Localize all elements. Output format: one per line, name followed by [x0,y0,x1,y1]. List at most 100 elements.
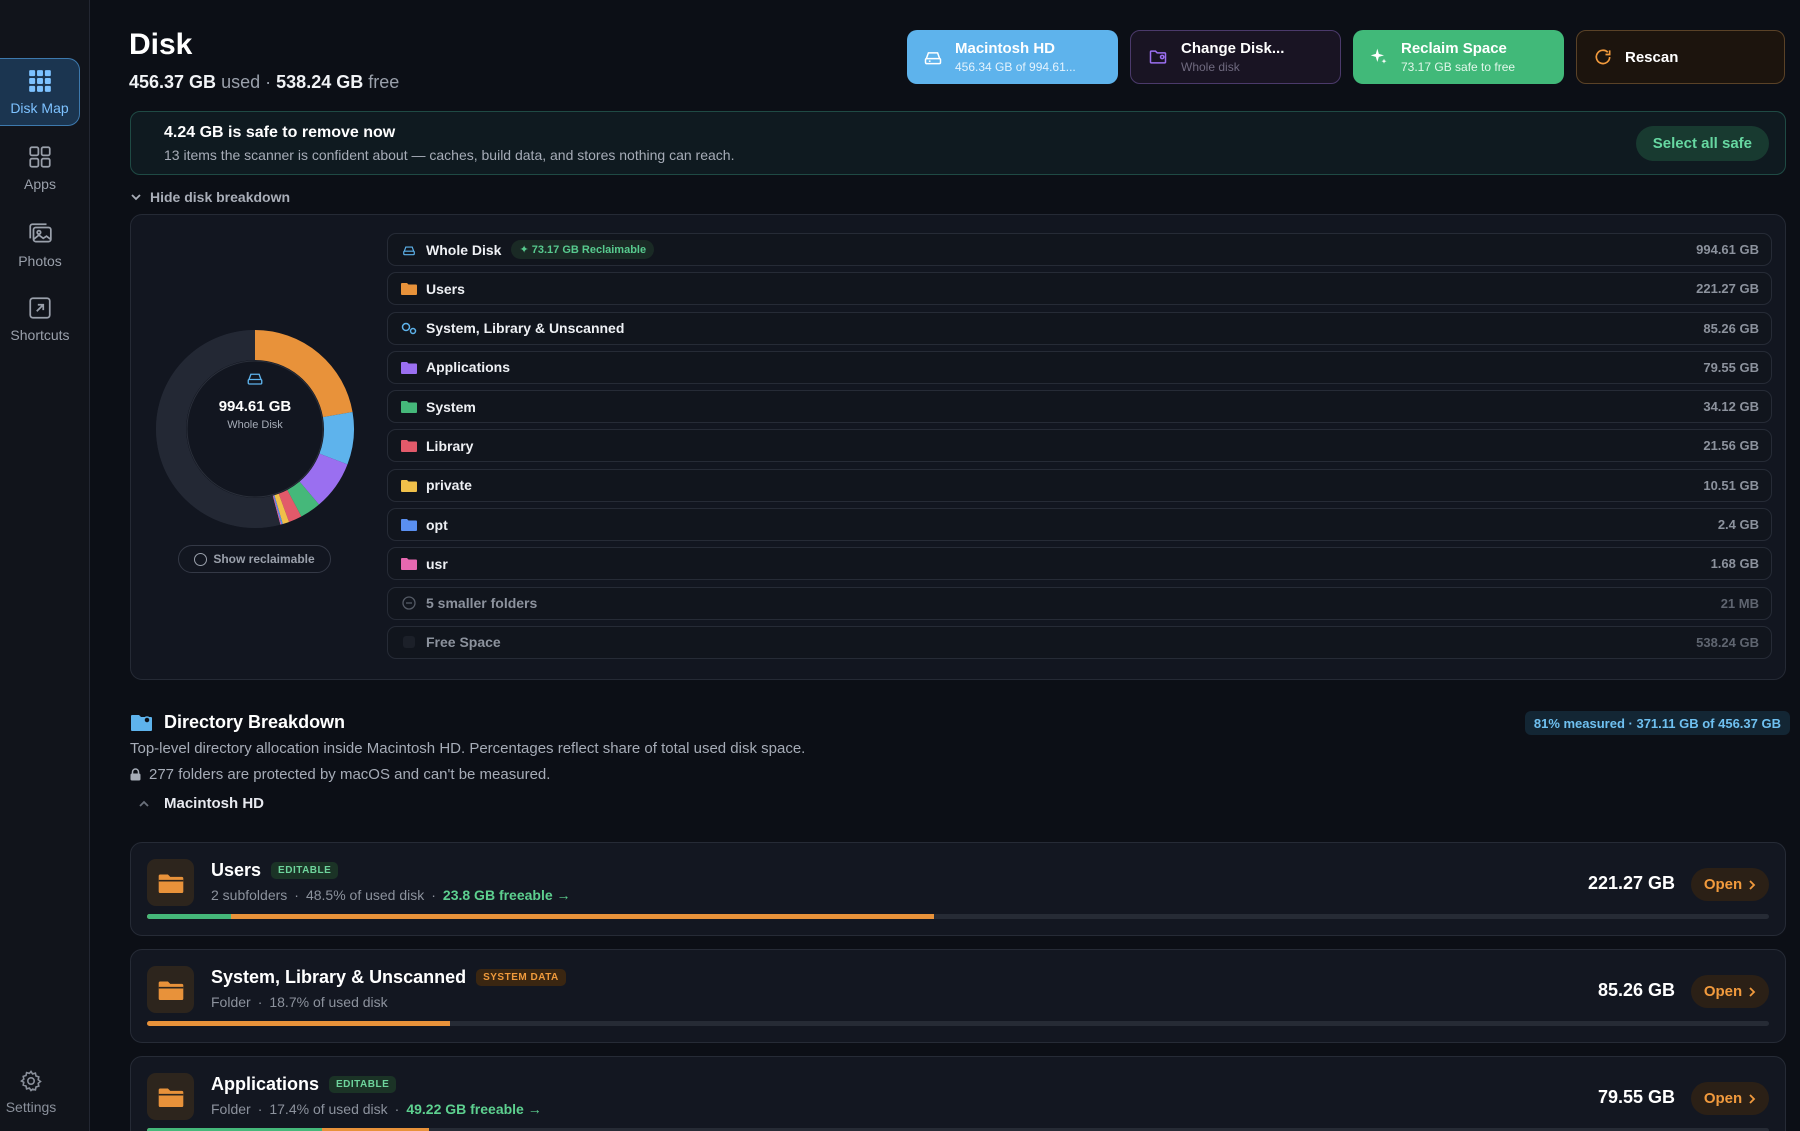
safe-remove-banner: 4.24 GB is safe to remove now 13 items t… [130,111,1786,175]
radio-icon [194,552,208,566]
sidebar-item-apps[interactable]: Apps [0,134,80,202]
folder-icon [401,361,417,374]
folder-gear-icon [131,714,152,731]
donut-center-label: Whole Disk [227,419,283,431]
card-size: 85.26 GB [1597,980,1675,1000]
open-label: Open [1703,983,1743,1000]
folder-icon [401,440,417,453]
usage-bar-fill [147,1021,451,1026]
disk-select-sub: 456.34 GB of 994.61... [955,60,1076,74]
breakdown-row-usr[interactable]: usr 1.68 GB [387,547,1772,581]
open-button[interactable]: Open [1691,1082,1769,1115]
row-size: 994.61 GB [1696,242,1759,257]
disk-select-button[interactable]: Macintosh HD 456.34 GB of 994.61... [907,30,1118,84]
show-reclaimable-toggle[interactable]: Show reclaimable [178,545,331,573]
select-all-safe-button[interactable]: Select all safe [1635,126,1769,161]
show-reclaimable-label: Show reclaimable [213,552,315,566]
sidebar-item-disk-map[interactable]: Disk Map [0,58,80,126]
folder-icon [158,1088,183,1107]
editable-tag: EDITABLE [329,1076,397,1093]
apps-icon [29,146,51,168]
card-freeable[interactable]: 23.8 GB freeable → [443,887,571,903]
protected-note-text: 277 folders are protected by macOS and c… [149,766,551,783]
reclaim-space-button[interactable]: Reclaim Space 73.17 GB safe to free [1353,30,1564,84]
breakdown-row-system-library[interactable]: System, Library & Unscanned 85.26 GB [387,311,1772,345]
reclaim-space-title: Reclaim Space [1401,40,1507,57]
change-disk-sub: Whole disk [1181,60,1240,74]
disk-select-title: Macintosh HD [955,40,1056,57]
breakdown-row-smaller-folders[interactable]: 5 smaller folders 21 MB [387,586,1772,620]
donut-slice-library[interactable] [278,489,302,522]
folder-icon [158,981,183,1000]
sidebar-item-photos[interactable]: Photos [0,211,80,279]
breakdown-row-system[interactable]: System 34.12 GB [387,390,1772,424]
drive-icon [247,373,263,385]
breakdown-row-users[interactable]: Users 221.27 GB [387,272,1772,306]
usage-bar [147,914,1769,919]
safe-remove-sub: 13 items the scanner is confident about … [164,147,735,163]
folder-icon [401,519,417,532]
change-disk-title: Change Disk... [1181,40,1285,57]
card-kind: 2 subfolders [211,887,288,903]
row-name: Users [426,280,465,297]
breakdown-row-whole-disk[interactable]: Whole Disk ✦ 73.17 GB Reclaimable 994.61 … [387,233,1772,266]
sidebar-item-settings[interactable]: Settings [0,1069,62,1115]
main-content: Disk 456.37 GB used · 538.24 GB free Mac… [90,0,1800,1131]
used-label: used [221,72,261,92]
sidebar-item-shortcuts[interactable]: Shortcuts [0,285,80,353]
row-name: usr [426,555,448,572]
donut-slice-private[interactable] [274,493,290,525]
disk-usage-summary: 456.37 GB used · 538.24 GB free [129,72,399,93]
usage-bar-fill [147,914,934,919]
directory-card-applications[interactable]: Applications EDITABLE Folder · 17.4% of use… [130,1056,1786,1131]
breakdown-row-private[interactable]: private 10.51 GB [387,468,1772,502]
rescan-title: Rescan [1625,48,1679,66]
breakdown-row-applications[interactable]: Applications 79.55 GB [387,350,1772,384]
donut-center: 994.61 GB Whole Disk [155,369,355,431]
row-size: 2.4 GB [1717,517,1759,533]
row-size: 221.27 GB [1696,281,1759,297]
breakdown-row-library[interactable]: Library 21.56 GB [387,429,1772,463]
separator: · [257,994,263,1010]
reclaimable-pill: ✦ 73.17 GB Reclaimable [511,240,655,259]
measured-badge: 81% measured · 371.11 GB of 456.37 GB [1524,711,1790,735]
hide-breakdown-label: Hide disk breakdown [150,189,291,205]
drive-icon [403,246,415,255]
row-size: 85.26 GB [1703,320,1759,336]
row-name: Whole Disk [426,241,502,258]
separator: · [257,1101,263,1117]
row-size: 21 MB [1720,595,1759,611]
separator: · [294,887,299,903]
open-button[interactable]: Open [1691,868,1769,901]
chevron-up-icon [139,800,149,807]
reclaimable-pill-text: 73.17 GB Reclaimable [531,244,647,256]
breadcrumb[interactable]: Macintosh HD [138,795,264,812]
directory-card-users[interactable]: Users EDITABLE 2 subfolders · 48.5% of used… [130,842,1786,936]
card-kind: Folder [211,994,251,1010]
folder-icon-box [147,1073,194,1120]
breakdown-row-free-space: Free Space 538.24 GB [387,625,1772,659]
folder-icon [401,283,417,296]
card-name: Applications [211,1074,320,1094]
open-label: Open [1703,876,1743,893]
chevron-down-icon [131,194,141,201]
sidebar-item-label: Photos [18,253,62,269]
editable-tag: EDITABLE [271,862,339,879]
rescan-button[interactable]: Rescan [1576,30,1785,84]
breakdown-row-opt[interactable]: opt 2.4 GB [387,508,1772,542]
directory-card-system-library[interactable]: System, Library & Unscanned SYSTEM DATA F… [130,949,1786,1043]
breakdown-list: Whole Disk ✦ 73.17 GB Reclaimable 994.61 … [387,233,1772,665]
row-name: 5 smaller folders [426,595,538,612]
sidebar-item-label: Settings [5,1099,57,1115]
hide-breakdown-toggle[interactable]: Hide disk breakdown [130,189,290,205]
open-button[interactable]: Open [1691,975,1769,1008]
directory-description: Top-level directory allocation inside Ma… [130,740,806,757]
gears-icon [401,322,417,335]
free-space-swatch [403,636,415,649]
photos-icon [29,223,52,243]
chevron-right-icon [1749,986,1756,997]
card-freeable[interactable]: 49.22 GB freeable → [406,1101,541,1117]
donut-slice-system[interactable] [286,481,319,517]
change-disk-button[interactable]: Change Disk... Whole disk [1130,30,1341,84]
directory-breakdown-title: Directory Breakdown [164,712,346,732]
